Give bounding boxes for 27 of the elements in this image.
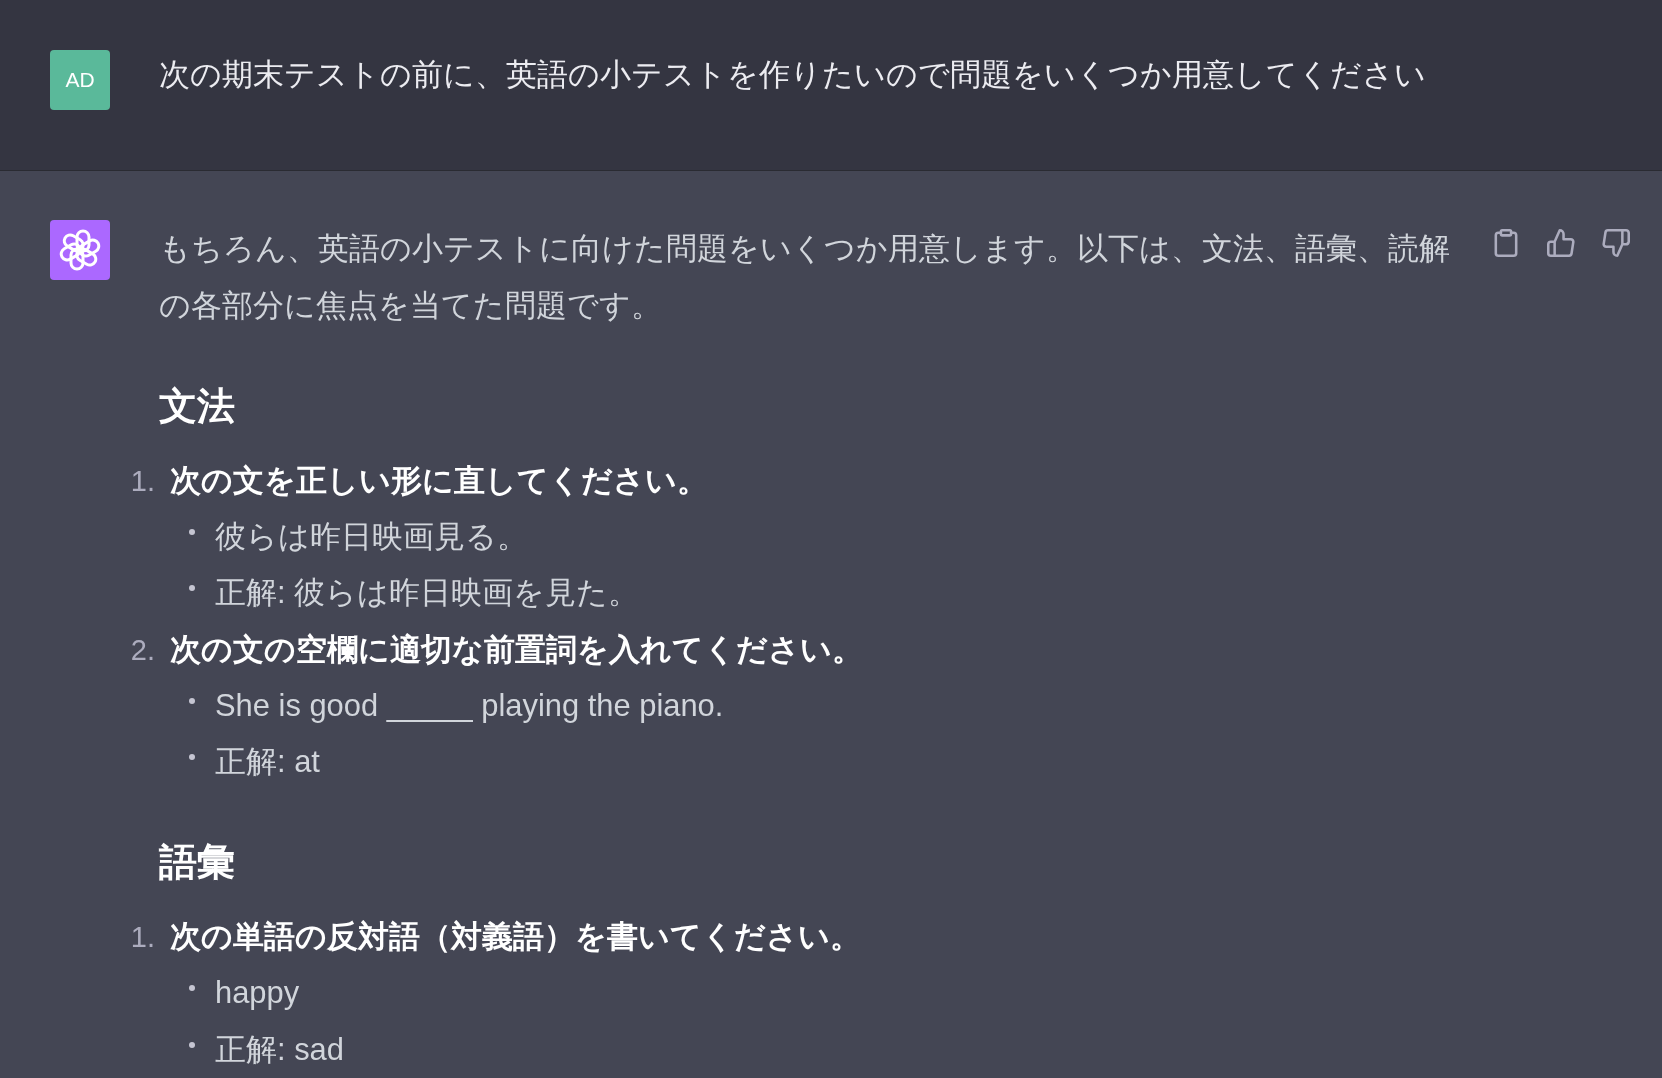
- bullet-icon: [189, 754, 195, 760]
- thumbs-up-icon[interactable]: [1547, 229, 1575, 257]
- question-text: 次の文の空欄に適切な前置詞を入れてください。: [170, 630, 863, 669]
- bullet-text: 彼らは昨日映画見る。: [215, 518, 528, 557]
- message-text: もちろん、英語の小テストに向けた問題をいくつか用意します。以下は、文法、語彙、読解の各部分に焦点を当てた問題です。: [159, 230, 1451, 325]
- clipboard-icon[interactable]: [1492, 229, 1520, 257]
- bullet-icon: [189, 1041, 195, 1048]
- bullet-icon: [189, 697, 195, 704]
- message-text: 次の期末テストの前に、英語の小テストを作りたいので問題をいくつか用意してください: [159, 56, 1426, 94]
- list-number: 1.: [129, 464, 155, 499]
- section-heading: 語彙: [159, 840, 236, 886]
- bullet-text: happy: [215, 974, 300, 1013]
- bullet-icon: [189, 529, 195, 536]
- bullet-icon: [189, 985, 195, 992]
- list-number: 2.: [129, 632, 155, 668]
- bullet-icon: [189, 585, 195, 592]
- bullet-text: She is good _____ playing the piano.: [215, 686, 724, 725]
- bullet-text: 正解: at: [215, 743, 320, 781]
- user-avatar: AD: [50, 50, 110, 110]
- list-number: 1.: [129, 920, 155, 956]
- section-heading: 文法: [159, 384, 236, 429]
- question-text: 次の単語の反対語（対義語）を書いてください。: [170, 918, 861, 957]
- thumbs-down-icon[interactable]: [1602, 229, 1630, 257]
- question-text: 次の文を正しい形に直してください。: [170, 462, 708, 500]
- flower-logo-icon: [50, 220, 110, 280]
- bullet-text: 正解: 彼らは昨日映画を見た。: [215, 574, 640, 613]
- bullet-text: 正解: sad: [215, 1030, 344, 1069]
